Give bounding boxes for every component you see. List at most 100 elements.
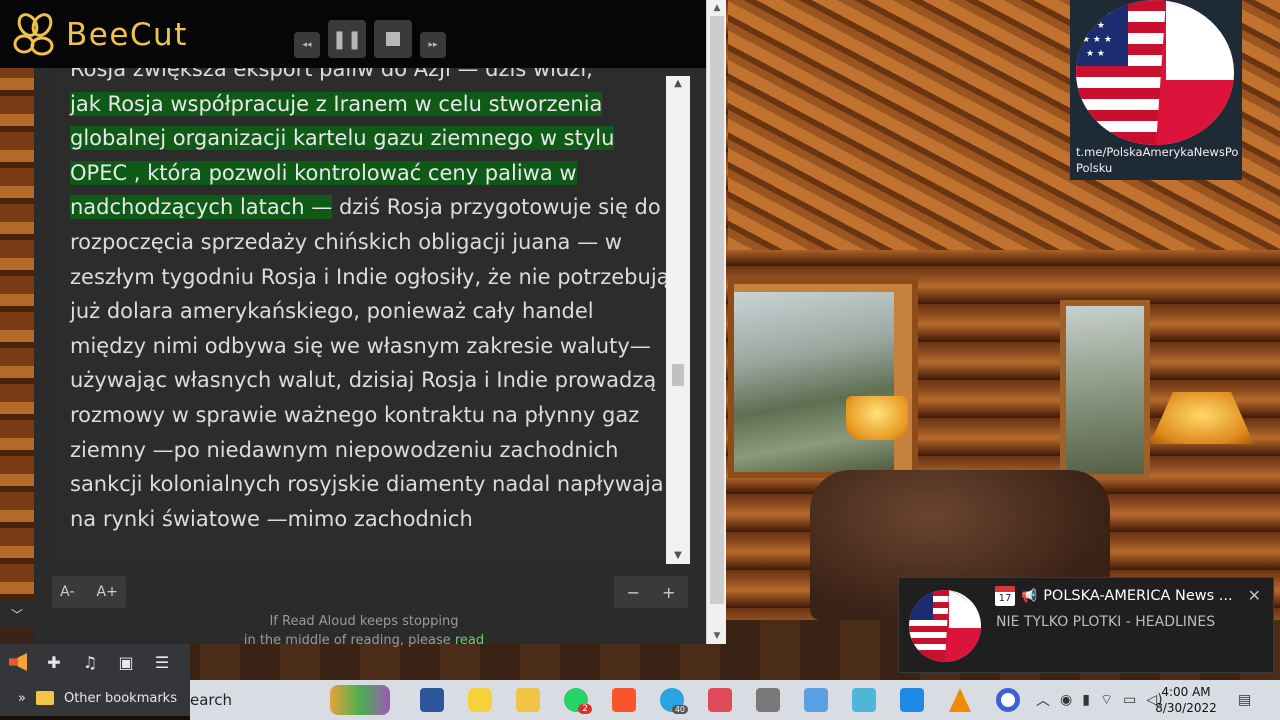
characters-icon — [330, 685, 390, 715]
app-title: BeeCut — [66, 17, 188, 53]
notice-read-link[interactable]: read — [455, 633, 484, 648]
highlighted-sentence-3: OPEC , która pozwoli kontrolować ceny pa… — [70, 160, 577, 185]
calendar-day: 17 — [998, 593, 1012, 604]
speed-increase-button[interactable]: + — [662, 583, 675, 602]
window-scroll-down-icon[interactable]: ▼ — [707, 628, 727, 644]
media-controls-button[interactable]: ♫ — [72, 644, 108, 680]
reader-notice: If Read Aloud keeps stopping in the midd… — [214, 612, 514, 650]
browser-extension-toolbar: ✚ ♫ ▣ ☰ — [0, 644, 190, 680]
font-size-controls: A- A+ — [52, 576, 126, 608]
wallet-icon: ▣ — [118, 652, 134, 672]
notification-title-row: 17 📢 POLSKA-AMERICA News ... — [995, 586, 1233, 606]
taskbar-app-pen[interactable] — [848, 684, 880, 716]
flag-icon: ★ ★ ★ ★ ★ ★ ★ ★ ★ ★ — [1076, 0, 1234, 145]
puzzle-icon: ✚ — [47, 652, 61, 672]
taskbar-brave[interactable] — [608, 684, 640, 716]
stop-button[interactable] — [374, 20, 412, 58]
folder-icon — [516, 688, 540, 712]
taskbar-notepad[interactable] — [800, 684, 832, 716]
svg-text:★ ★ ★: ★ ★ ★ — [1082, 7, 1112, 17]
notification-toast[interactable]: 17 📢 POLSKA-AMERICA News ... NIE TYLKO P… — [898, 577, 1274, 673]
taskbar-widget-characters[interactable] — [328, 684, 392, 716]
scissors-icon — [708, 688, 732, 712]
bookmarks-bar: » Other bookmarks — [0, 680, 190, 716]
scroll-up-icon[interactable]: ▲ — [666, 76, 690, 92]
highlighted-sentence-2: globalnej organizacji kartelu gazu ziemn… — [70, 126, 615, 151]
reader-scrollbar[interactable]: ▲ ▼ — [666, 76, 690, 564]
window-scrollbar[interactable]: ▲ ▼ — [706, 0, 726, 644]
read-aloud-extension-button[interactable] — [0, 644, 36, 680]
taskbar-recorder[interactable] — [752, 684, 784, 716]
extensions-button[interactable]: ✚ — [36, 644, 72, 680]
folder-icon — [35, 691, 54, 705]
ring-icon — [996, 688, 1020, 712]
svg-text:★ ★: ★ ★ — [1086, 49, 1105, 59]
font-increase-button[interactable]: A+ — [97, 584, 118, 600]
taskbar-whatsapp[interactable]: 2 — [560, 684, 592, 716]
pen-icon — [852, 688, 876, 712]
clock-date: 8/30/2022 — [1155, 701, 1217, 715]
microphone-icon — [756, 688, 780, 712]
reader-rest-text: dziś Rosja przygotowuje się do rozpoczęc… — [70, 195, 666, 531]
clock-time: 4:00 AM — [1161, 685, 1211, 699]
taskbar-snipping-tool[interactable] — [704, 684, 736, 716]
reader-text-area[interactable]: Rosja zwiększa eksport paliw do Azji — d… — [54, 68, 666, 564]
menu-button[interactable]: ☰ — [144, 644, 180, 680]
playlist-icon: ♫ — [82, 652, 98, 672]
taskbar-beecut[interactable] — [464, 684, 496, 716]
beecut-icon — [468, 688, 492, 712]
brave-icon — [612, 688, 636, 712]
notification-title: POLSKA-AMERICA News ... — [1043, 588, 1233, 604]
taskbar-app-ring[interactable] — [992, 684, 1024, 716]
channel-url[interactable]: t.me/PolskaAmerykaNewsPoPolsku — [1076, 144, 1244, 176]
highlighted-sentence-4: nadchodzących latach — — [70, 195, 333, 220]
megaphone-icon: 📢 — [1021, 588, 1038, 604]
chevron-up-icon[interactable]: ︿ — [1036, 690, 1050, 710]
calendar-icon: 17 — [995, 586, 1015, 606]
font-decrease-button[interactable]: A- — [60, 584, 74, 600]
notice-line-1: If Read Aloud keeps stopping — [269, 614, 459, 629]
more-bookmarks-chevron[interactable]: » — [18, 691, 26, 706]
battery-icon[interactable]: ▭ — [1123, 692, 1136, 708]
taskbar-vlc[interactable] — [944, 684, 976, 716]
chevron-down-icon: ﹀ — [10, 607, 23, 622]
expand-chevron-button[interactable]: ﹀ — [0, 600, 34, 628]
wallpaper-window-view — [734, 292, 894, 472]
wallpaper-lamp-right — [1150, 392, 1254, 444]
forward-button[interactable]: ▸▸ — [420, 32, 446, 58]
speed-decrease-button[interactable]: − — [627, 583, 640, 602]
wallet-button[interactable]: ▣ — [108, 644, 144, 680]
chat-bubble-icon: ▤ — [1238, 692, 1252, 708]
taskbar-clock[interactable]: 4:00 AM 8/30/2022 — [1148, 684, 1224, 716]
taskbar-media-player[interactable] — [896, 684, 928, 716]
us-poland-flag-logo: ★ ★ ★ ★ ★ ★ ★ ★ ★ ★ — [1076, 0, 1234, 145]
microphone-tray-icon[interactable]: ▮ — [1082, 692, 1090, 708]
menu-icon: ☰ — [154, 652, 170, 672]
flag-avatar-icon — [909, 590, 981, 662]
taskbar-file-explorer[interactable] — [512, 684, 544, 716]
rewind-button[interactable]: ◂◂ — [294, 32, 320, 58]
word-icon — [420, 688, 444, 712]
other-bookmarks-link[interactable]: Other bookmarks — [64, 691, 177, 706]
windows-taskbar: earch 2 40 ︿ ◉ ▮ ⌔ ▭ ◁) 4:00 AM 8/30/202… — [190, 680, 1280, 720]
stop-icon — [386, 32, 400, 46]
notification-center-button[interactable]: ▤ — [1238, 680, 1251, 720]
taskbar-word[interactable] — [416, 684, 448, 716]
taskbar-search[interactable]: earch — [190, 691, 232, 709]
wifi-icon[interactable]: ⌔ — [1100, 691, 1113, 709]
svg-text:★ ★ ★: ★ ★ ★ — [1082, 35, 1112, 45]
channel-overlay: ★ ★ ★ ★ ★ ★ ★ ★ ★ ★ t.me/PolskaAmerykaNewsP… — [1070, 0, 1242, 180]
svg-text:★ ★: ★ ★ — [1086, 21, 1105, 31]
vlc-icon — [949, 688, 971, 712]
reader-scroll-thumb[interactable] — [672, 364, 684, 386]
taskbar-telegram[interactable]: 40 — [656, 684, 688, 716]
meet-icon[interactable]: ◉ — [1060, 692, 1072, 708]
beecut-toolbar: BeeCut ◂◂ ❚❚ ▸▸ — [0, 0, 726, 68]
window-scroll-thumb[interactable] — [710, 16, 724, 604]
reader-line-top: Rosja zwiększa eksport paliw do Azji — d… — [70, 68, 593, 81]
speed-controls: − + — [614, 576, 688, 608]
window-scroll-up-icon[interactable]: ▲ — [707, 0, 727, 16]
scroll-down-icon[interactable]: ▼ — [666, 548, 690, 564]
close-icon[interactable]: ✕ — [1248, 586, 1261, 605]
pause-button[interactable]: ❚❚ — [328, 20, 366, 58]
